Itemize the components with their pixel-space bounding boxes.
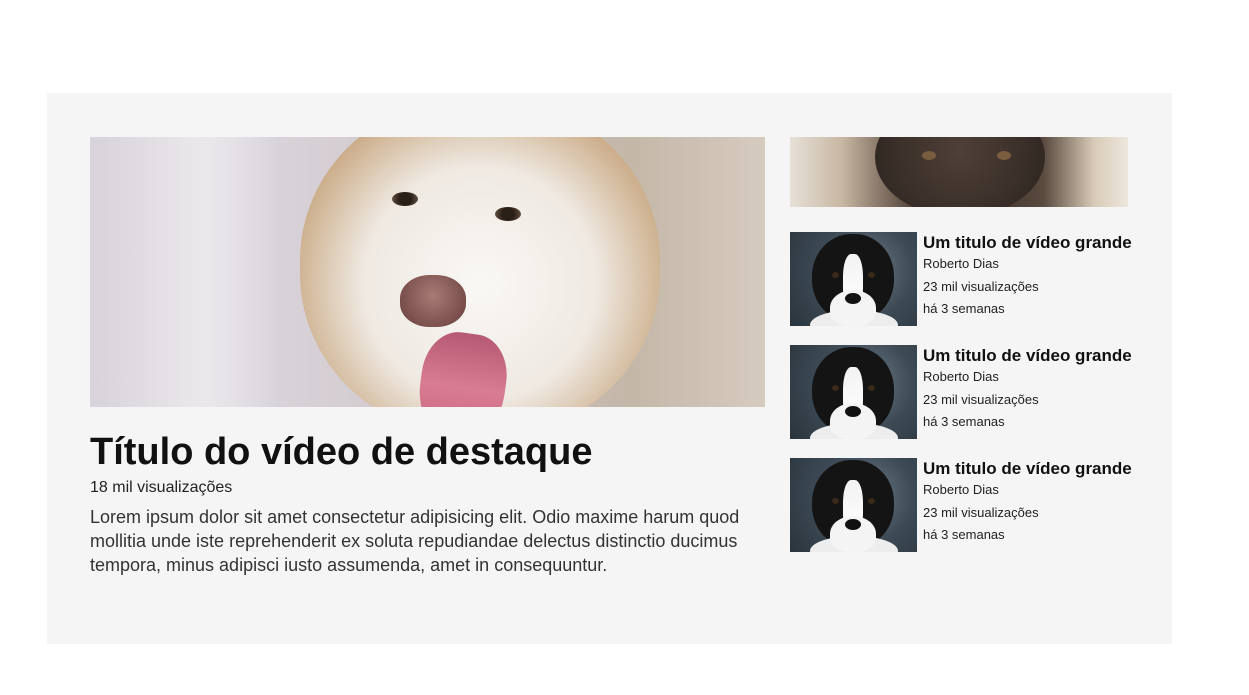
- related-video-thumbnail[interactable]: [790, 232, 917, 326]
- featured-video-views: 18 mil visualizações: [90, 479, 233, 496]
- related-videos-sidebar: Um titulo de vídeo grande Roberto Dias 2…: [790, 137, 1132, 552]
- related-video-author[interactable]: Roberto Dias: [923, 479, 1132, 502]
- video-panel: Título do vídeo de destaque 18 mil visua…: [47, 93, 1172, 644]
- related-video-date: há 3 semanas: [923, 414, 1005, 429]
- related-video-title[interactable]: Um titulo de vídeo grande: [923, 346, 1132, 366]
- featured-video: Título do vídeo de destaque 18 mil visua…: [90, 137, 766, 577]
- related-video-thumbnail[interactable]: [790, 458, 917, 552]
- related-video-author[interactable]: Roberto Dias: [923, 366, 1132, 389]
- related-video-date: há 3 semanas: [923, 527, 1005, 542]
- related-video-views: 23 mil visualizações: [923, 504, 1039, 520]
- related-video-info: Um titulo de vídeo grande Roberto Dias 2…: [917, 345, 1132, 439]
- featured-video-title[interactable]: Título do vídeo de destaque: [90, 429, 766, 475]
- featured-video-description: Lorem ipsum dolor sit amet consectetur a…: [90, 507, 740, 575]
- related-video-info: Um titulo de vídeo grande Roberto Dias 2…: [917, 458, 1132, 552]
- related-video-title[interactable]: Um titulo de vídeo grande: [923, 233, 1132, 253]
- related-video-info: Um titulo de vídeo grande Roberto Dias 2…: [917, 232, 1132, 326]
- related-video-thumbnail[interactable]: [790, 345, 917, 439]
- related-video-card[interactable]: Um titulo de vídeo grande Roberto Dias 2…: [790, 232, 1132, 326]
- related-video-card[interactable]: Um titulo de vídeo grande Roberto Dias 2…: [790, 458, 1132, 552]
- related-video-card[interactable]: Um titulo de vídeo grande Roberto Dias 2…: [790, 345, 1132, 439]
- related-video-views: 23 mil visualizações: [923, 278, 1039, 294]
- related-video-date: há 3 semanas: [923, 301, 1005, 316]
- sidebar-banner-image[interactable]: [790, 137, 1128, 207]
- featured-video-thumbnail[interactable]: [90, 137, 765, 407]
- related-video-views: 23 mil visualizações: [923, 391, 1039, 407]
- related-video-author[interactable]: Roberto Dias: [923, 253, 1132, 276]
- related-video-title[interactable]: Um titulo de vídeo grande: [923, 459, 1132, 479]
